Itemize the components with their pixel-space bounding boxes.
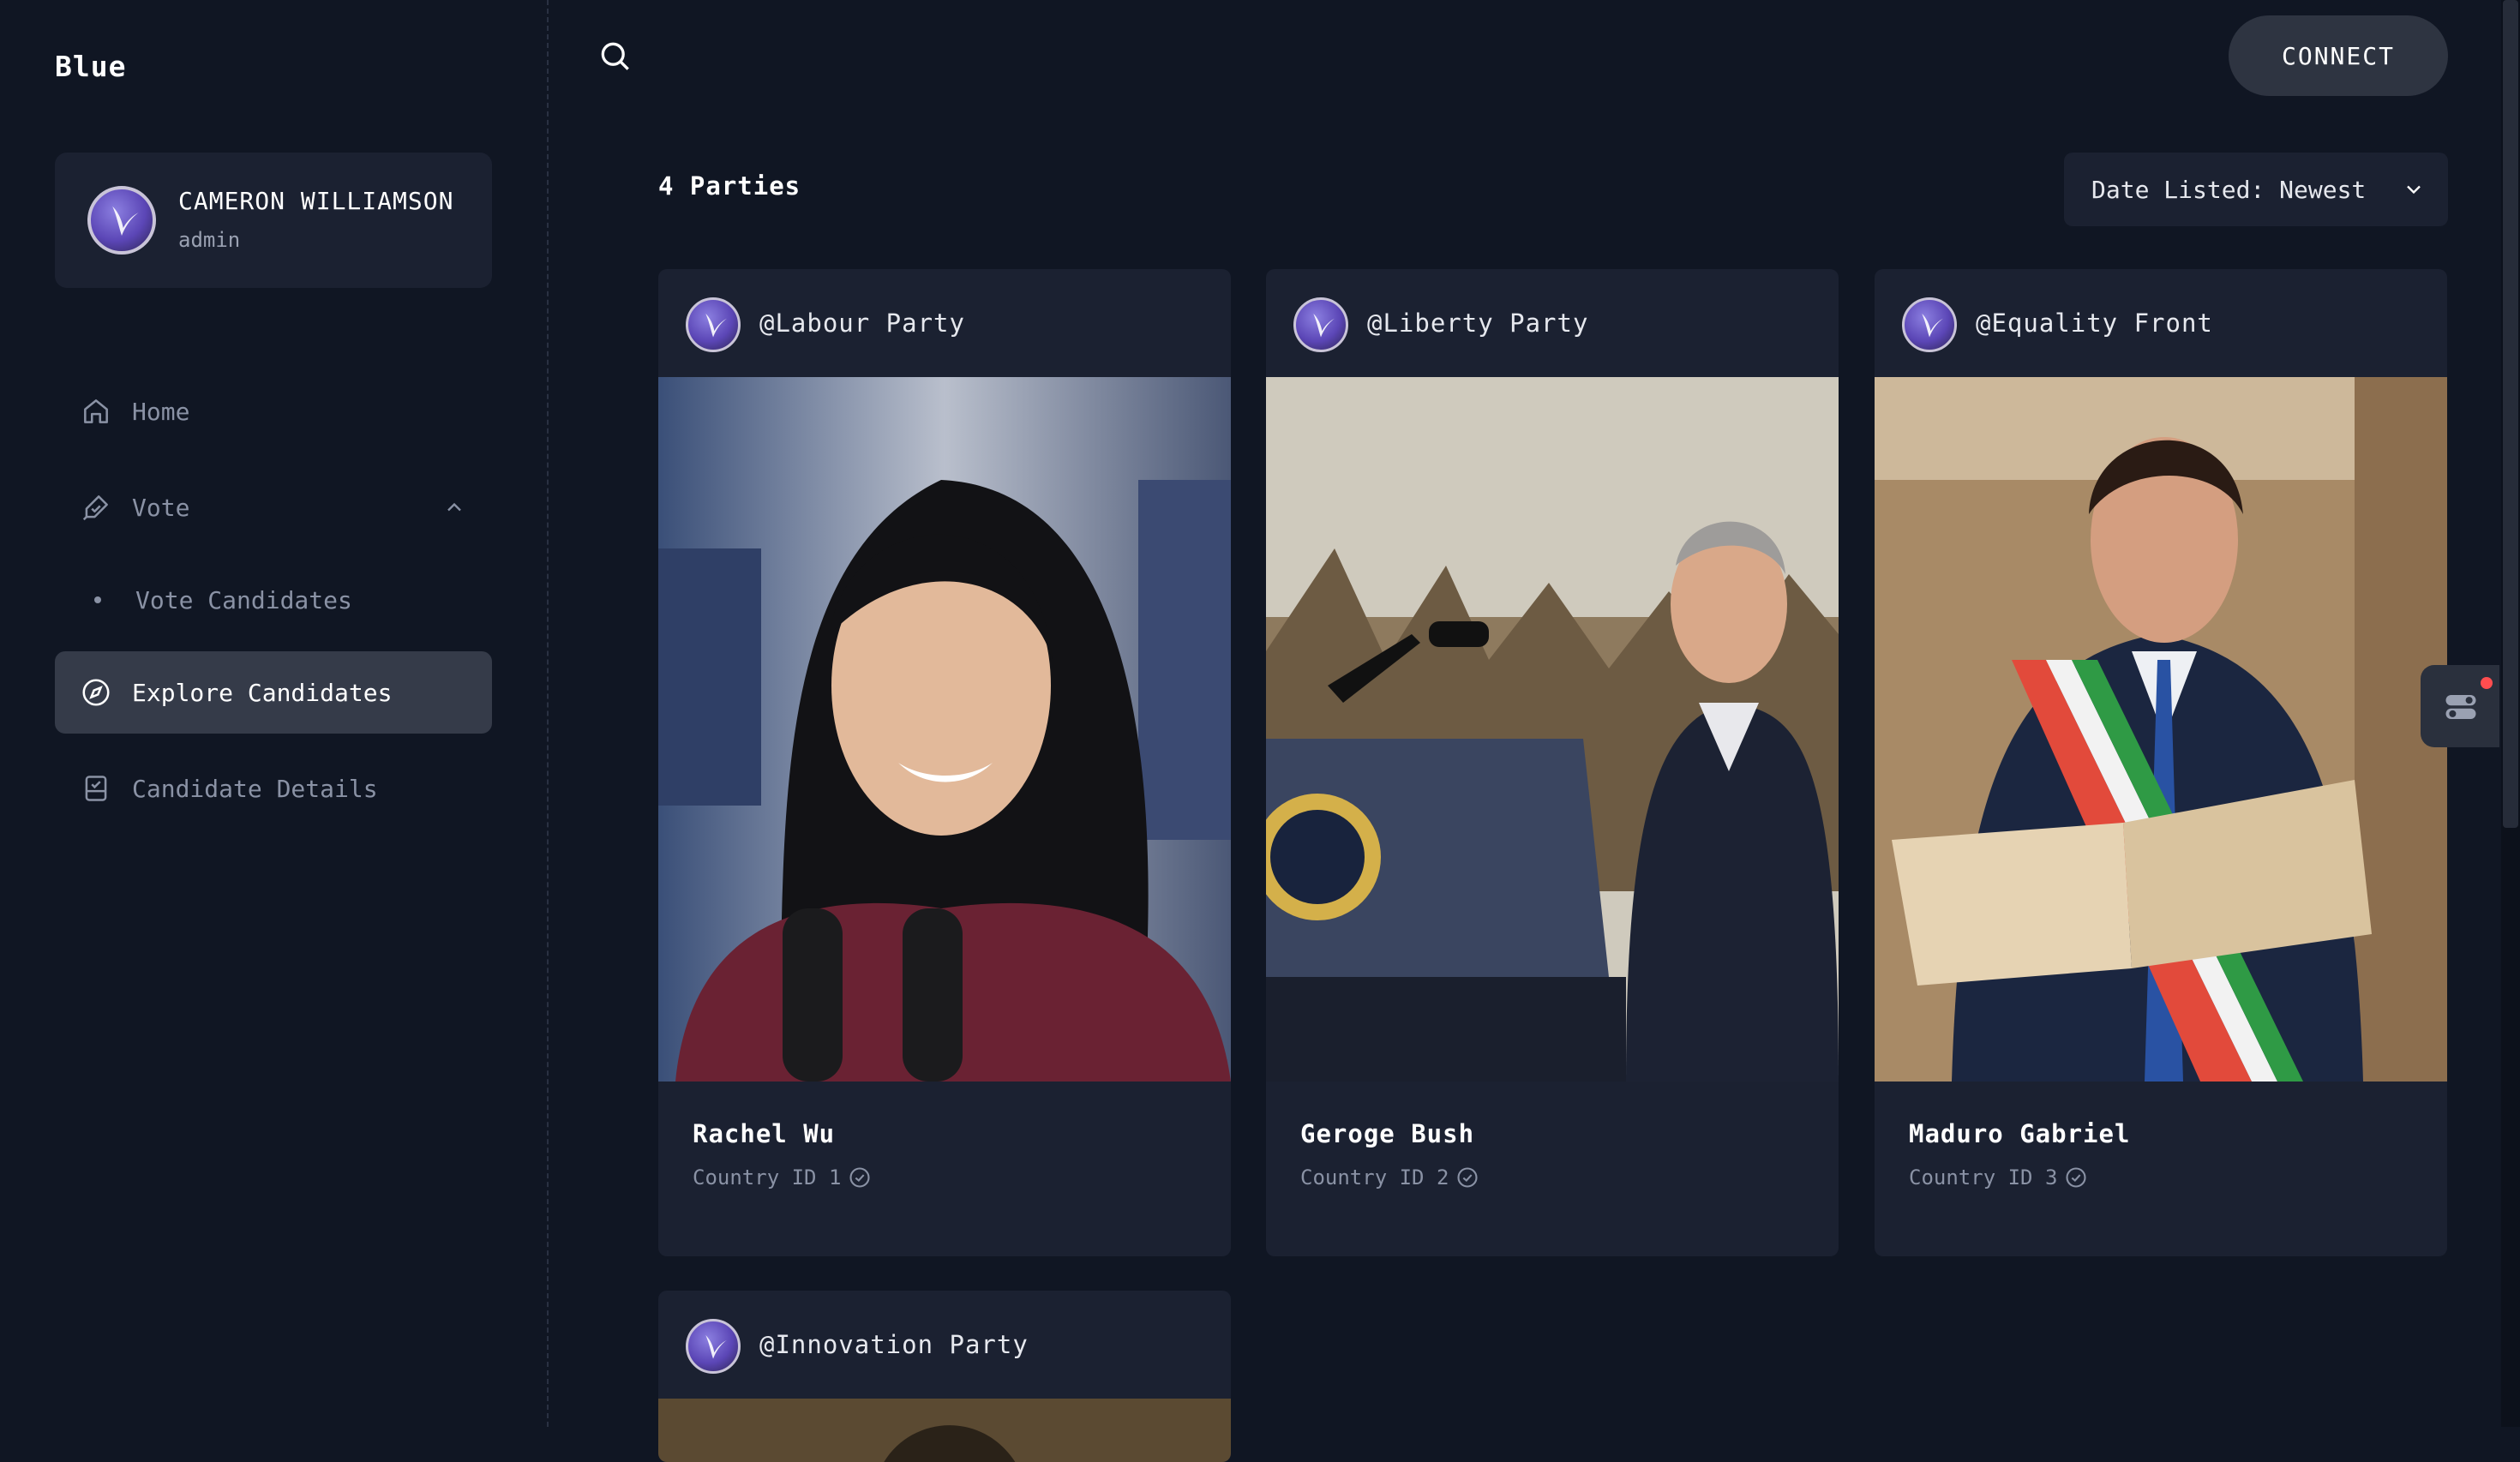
party-avatar [1902,297,1957,352]
country-id: Country ID 2 [1300,1165,1479,1189]
verified-check-icon [849,1167,870,1188]
notification-dot [2481,677,2493,689]
candidate-name[interactable]: Rachel Wu [693,1119,835,1148]
sort-dropdown[interactable]: Date Listed: Newest [2064,153,2448,226]
country-id: Country ID 3 [1909,1165,2088,1189]
compass-icon [79,675,113,710]
sidebar-item-label: Vote Candidates [135,585,352,614]
sidebar-item-vote[interactable]: Vote [55,466,492,548]
candidate-name[interactable]: Geroge Bush [1300,1119,1474,1148]
home-icon [79,394,113,428]
sidebar: Blue CAMERON WILLIAMSON admin Home Vote … [0,0,549,1427]
card-header: @Innovation Party [658,1291,1231,1399]
toggle-settings-icon [2445,695,2476,719]
user-avatar [87,186,156,255]
chevron-down-icon [2407,185,2421,195]
sort-selected-value: Date Listed: Newest [2091,175,2367,204]
verified-check-icon [2066,1167,2086,1188]
candidate-card[interactable]: @Innovation Party [658,1291,1231,1462]
sidebar-item-label: Candidate Details [132,774,378,803]
card-header: @Liberty Party [1266,269,1839,377]
candidate-photo[interactable] [1266,377,1839,1082]
sidebar-item-label: Home [132,397,190,426]
user-profile-card[interactable]: CAMERON WILLIAMSON admin [55,153,492,288]
sidebar-item-label: Vote [132,493,190,522]
chevron-up-icon[interactable] [442,495,466,519]
candidate-photo[interactable] [658,1399,1231,1462]
country-id-label: Country ID 2 [1300,1165,1449,1189]
candidate-card[interactable]: @Labour Party Rachel Wu Country ID 1 [658,269,1231,1256]
search-icon[interactable] [597,38,634,75]
card-footer: Geroge Bush Country ID 2 [1266,1082,1839,1256]
card-header: @Labour Party [658,269,1231,377]
connect-button[interactable]: CONNECT [2229,15,2448,96]
party-name[interactable]: @Labour Party [759,309,965,338]
party-avatar [686,297,741,352]
verified-check-icon [1457,1167,1478,1188]
candidate-card[interactable]: @Equality Front Maduro Gabriel Country I… [1875,269,2447,1256]
sidebar-item-vote-candidates[interactable]: Vote Candidates [55,559,492,641]
user-role: admin [178,228,241,252]
parties-count: 4 Parties [658,171,801,201]
sidebar-item-home[interactable]: Home [55,370,492,452]
app-logo[interactable]: Blue [55,50,126,83]
candidate-card[interactable]: @Liberty Party Geroge Bush Country ID 2 [1266,269,1839,1256]
candidate-photo[interactable] [658,377,1231,1082]
country-id: Country ID 1 [693,1165,872,1189]
party-avatar [686,1319,741,1374]
party-name[interactable]: @Innovation Party [759,1330,1029,1359]
party-avatar [1293,297,1348,352]
card-footer: Maduro Gabriel Country ID 3 [1875,1082,2447,1256]
sidebar-item-explore-candidates[interactable]: Explore Candidates [55,651,492,734]
candidate-photo[interactable] [1875,377,2447,1082]
card-footer: Rachel Wu Country ID 1 [658,1082,1231,1256]
scrollbar-thumb[interactable] [2503,0,2518,828]
card-header: @Equality Front [1875,269,2447,377]
vote-icon [79,490,113,524]
sidebar-item-label: Explore Candidates [132,678,393,707]
bullet-icon [94,596,101,603]
details-icon [79,771,113,806]
country-id-label: Country ID 1 [693,1165,842,1189]
sidebar-item-candidate-details[interactable]: Candidate Details [55,747,492,830]
party-name[interactable]: @Liberty Party [1367,309,1588,338]
country-id-label: Country ID 3 [1909,1165,2058,1189]
user-name: CAMERON WILLIAMSON [178,187,454,215]
settings-toggle-widget[interactable] [2421,665,2499,747]
party-name[interactable]: @Equality Front [1976,309,2213,338]
candidate-name[interactable]: Maduro Gabriel [1909,1119,2130,1148]
